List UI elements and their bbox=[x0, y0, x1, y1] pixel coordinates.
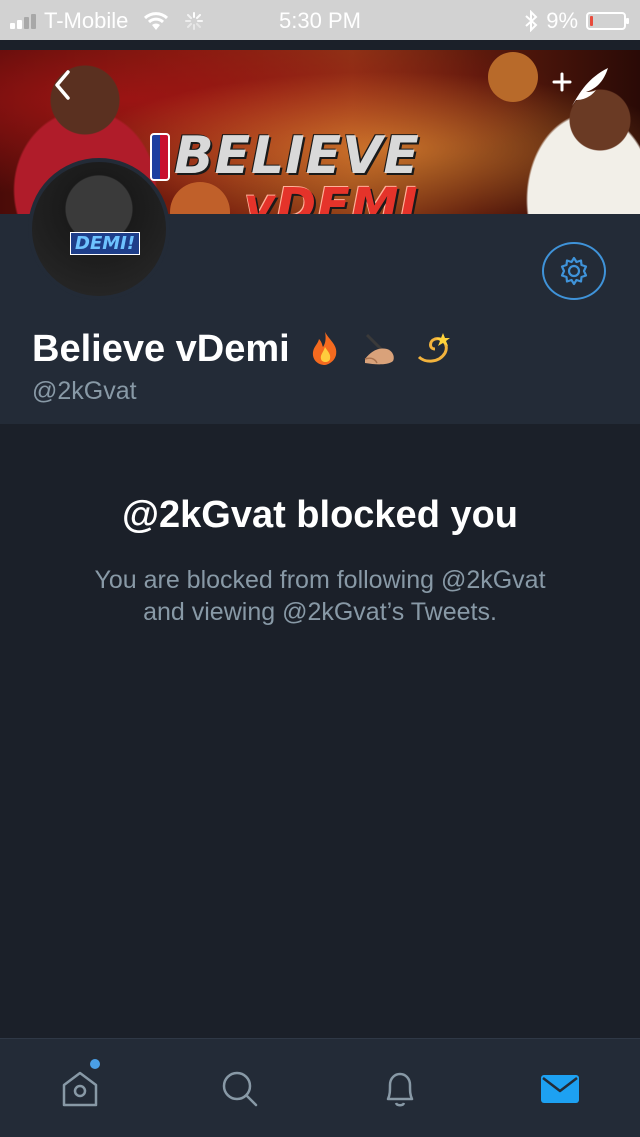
bell-icon bbox=[386, 1072, 414, 1107]
banner-brand-line1: BELIEVE bbox=[174, 126, 420, 186]
search-icon bbox=[222, 1071, 258, 1107]
banner-brand-text: BELIEVE vDEMI bbox=[174, 130, 420, 214]
tab-home[interactable] bbox=[40, 1059, 120, 1119]
gear-icon bbox=[560, 256, 588, 286]
tab-search[interactable] bbox=[200, 1059, 280, 1119]
settings-button[interactable] bbox=[542, 242, 606, 300]
bluetooth-icon bbox=[525, 10, 538, 32]
home-icon bbox=[62, 1071, 98, 1107]
profile-handle: @2kGvat bbox=[32, 377, 137, 405]
profile-name: Believe vDemi bbox=[32, 328, 453, 371]
battery-icon bbox=[586, 12, 629, 30]
battery-level-fill bbox=[590, 16, 593, 26]
tab-messages[interactable] bbox=[520, 1059, 600, 1119]
profile-name-text: Believe vDemi bbox=[32, 328, 290, 370]
avatar-text: DEMI! bbox=[70, 232, 141, 255]
basketball-right bbox=[488, 52, 538, 102]
back-button[interactable] bbox=[40, 60, 90, 110]
battery-percent: 9% bbox=[546, 8, 578, 33]
nba-logo bbox=[150, 133, 170, 181]
compose-tweet-icon bbox=[552, 68, 608, 106]
envelope-icon bbox=[541, 1075, 579, 1103]
dizzy-emoji-icon bbox=[418, 333, 451, 363]
writing-hand-emoji-icon bbox=[364, 333, 394, 365]
avatar[interactable]: DEMI! bbox=[28, 158, 170, 300]
blocked-title: @2kGvat blocked you bbox=[121, 494, 519, 536]
home-notification-dot bbox=[90, 1059, 100, 1069]
banner-brand-line2: vDEMI bbox=[244, 178, 419, 214]
status-bar: T-Mobile 5:30 PM 9% bbox=[0, 0, 640, 40]
blocked-description: You are blocked from following @2kGvat a… bbox=[94, 566, 546, 626]
tab-notifications[interactable] bbox=[360, 1059, 440, 1119]
compose-tweet-button[interactable] bbox=[546, 58, 616, 112]
status-right: 9% bbox=[524, 8, 629, 34]
tab-bar bbox=[0, 1038, 640, 1137]
fire-emoji-icon bbox=[313, 332, 337, 365]
chevron-left-icon bbox=[55, 70, 70, 100]
